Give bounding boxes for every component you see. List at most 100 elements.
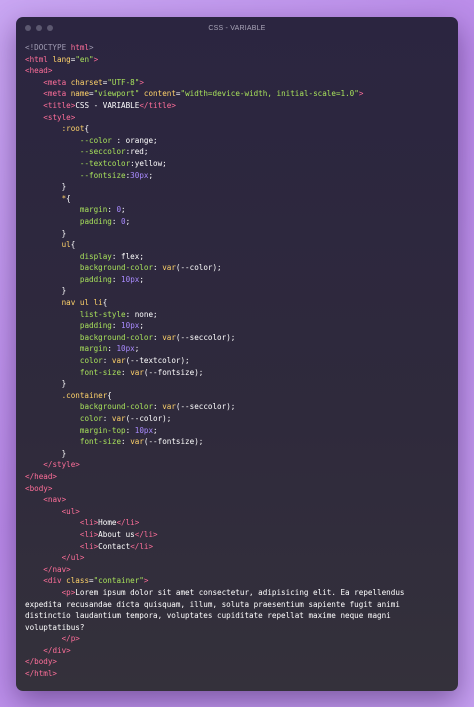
code-token: .container [61, 390, 108, 400]
code-token: { [102, 298, 108, 308]
code-token: > [93, 54, 99, 64]
code-token: ; [153, 425, 158, 435]
code-token: </nav> [43, 564, 71, 574]
code-line: --textcolor:yellow; [25, 158, 452, 170]
code-token: voluptatibus? [25, 622, 85, 632]
code-token: background-color [79, 402, 154, 412]
code-token: name [70, 89, 90, 99]
code-token: lang [52, 54, 71, 64]
code-token: (--color); [125, 414, 172, 423]
code-token: "en" [75, 54, 94, 64]
code-token: :red; [125, 147, 149, 157]
window-title: CSS - VARIABLE [208, 24, 266, 32]
code-line: } [25, 448, 452, 460]
code-token: : [153, 263, 163, 273]
code-line: } [25, 181, 452, 193]
code-line: <li>Contact</li> [25, 541, 452, 553]
code-token: ul [61, 240, 71, 250]
code-line: --fontsize:30px; [25, 170, 452, 182]
code-line: </ul> [25, 552, 452, 564]
code-token: <body> [25, 483, 53, 493]
code-line: background-color: var(--seccolor); [25, 332, 452, 344]
code-token: CSS - VARIABLE [75, 100, 140, 110]
code-token: ; [121, 205, 126, 215]
code-token: : [111, 321, 122, 331]
code-token: 10px [121, 321, 140, 331]
code-token: } [25, 448, 67, 458]
code-token: } [25, 379, 67, 389]
code-token: <div [43, 576, 67, 586]
code-token: { [84, 124, 90, 134]
code-token: { [66, 193, 71, 203]
code-line: font-size: var(--fontsize); [25, 436, 452, 448]
code-line: </div> [25, 645, 452, 657]
code-line: display: flex; [25, 251, 452, 263]
code-line: <style> [25, 112, 452, 124]
code-line: </body> [25, 656, 452, 668]
code-token: </style> [43, 460, 80, 470]
code-token: padding [79, 216, 112, 226]
code-line: } [25, 228, 452, 240]
code-token: > [139, 77, 144, 87]
code-line: <html lang="en"> [25, 54, 452, 66]
code-line: padding: 10px; [25, 274, 452, 286]
code-token: </li> [116, 518, 140, 528]
title-bar: CSS - VARIABLE [16, 17, 458, 39]
code-token: <!DOCTYPE [25, 43, 71, 52]
code-token: display [79, 251, 112, 261]
code-token: (--seccolor); [175, 332, 236, 342]
code-token: : [153, 332, 163, 342]
code-line: expedita recusandae dicta quisquam, illu… [25, 599, 452, 611]
code-token: : flex; [111, 251, 144, 261]
close-dot-icon[interactable] [25, 25, 31, 31]
code-token: --fontsize [79, 170, 126, 180]
code-line: </head> [25, 471, 452, 483]
code-token: <title> [43, 100, 76, 110]
code-line: <p>Lorem ipsum dolor sit amet consectetu… [25, 587, 452, 599]
code-token: "viewport" [93, 89, 140, 99]
code-token: <meta [43, 77, 71, 87]
code-token: Home [98, 518, 117, 528]
code-token: : [125, 425, 135, 435]
code-line: <title>CSS - VARIABLE</title> [25, 100, 452, 112]
code-token: nav ul li [61, 298, 103, 308]
code-line: margin: 0; [25, 204, 452, 216]
code-line: </style> [25, 459, 452, 471]
code-token: var [130, 367, 144, 377]
code-token: : none; [125, 309, 158, 319]
code-token: : orange; [111, 135, 158, 145]
minimize-dot-icon[interactable] [36, 25, 42, 31]
code-token: </li> [130, 541, 154, 551]
zoom-dot-icon[interactable] [47, 25, 53, 31]
code-token: "width=device-width, initial-scale=1.0" [180, 89, 359, 99]
code-editor[interactable]: <!DOCTYPE html> <html lang="en"> <head> <m… [25, 42, 452, 680]
code-token: </p> [61, 634, 80, 644]
code-line: color: var(--color); [25, 413, 452, 425]
code-token: ; [148, 170, 154, 180]
code-token: <ul> [61, 506, 80, 516]
code-line: margin: 10px; [25, 343, 452, 355]
code-token: <html [25, 54, 53, 64]
code-line: background-color: var(--seccolor); [25, 401, 452, 413]
code-token: var [130, 437, 144, 447]
code-token: <li> [79, 529, 99, 539]
code-line: <!DOCTYPE html> [25, 42, 452, 54]
code-token: <head> [25, 66, 53, 76]
code-line: distinctio laudantium tempora, voluptate… [25, 610, 452, 622]
code-token: (--fontsize); [143, 437, 204, 447]
code-token: { [70, 240, 76, 250]
code-line: *{ [25, 193, 452, 205]
code-window: CSS - VARIABLE <!DOCTYPE html> <html lang… [16, 17, 458, 691]
